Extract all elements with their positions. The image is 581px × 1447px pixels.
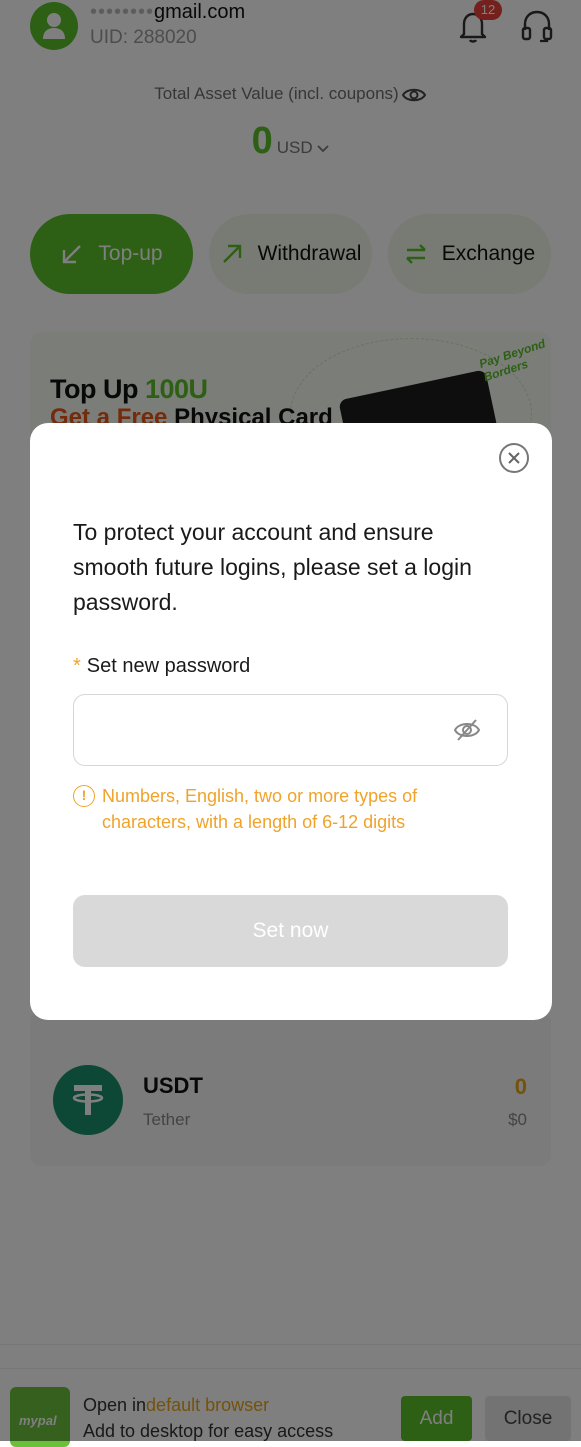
set-now-button[interactable]: Set now [73,895,508,967]
password-field-label: * Set new password [73,655,250,678]
close-dialog-button[interactable] [499,443,529,473]
new-password-input[interactable] [73,694,508,766]
info-icon: ! [73,785,95,807]
dialog-message: To protect your account and ensure smoot… [73,519,472,615]
close-icon [508,452,520,464]
password-hint: Numbers, English, two or more types of c… [102,786,418,832]
required-mark: * [73,655,81,677]
set-password-dialog: To protect your account and ensure smoot… [30,423,552,1020]
password-field-label-text: Set new password [86,655,251,677]
eye-off-icon[interactable] [453,717,481,743]
